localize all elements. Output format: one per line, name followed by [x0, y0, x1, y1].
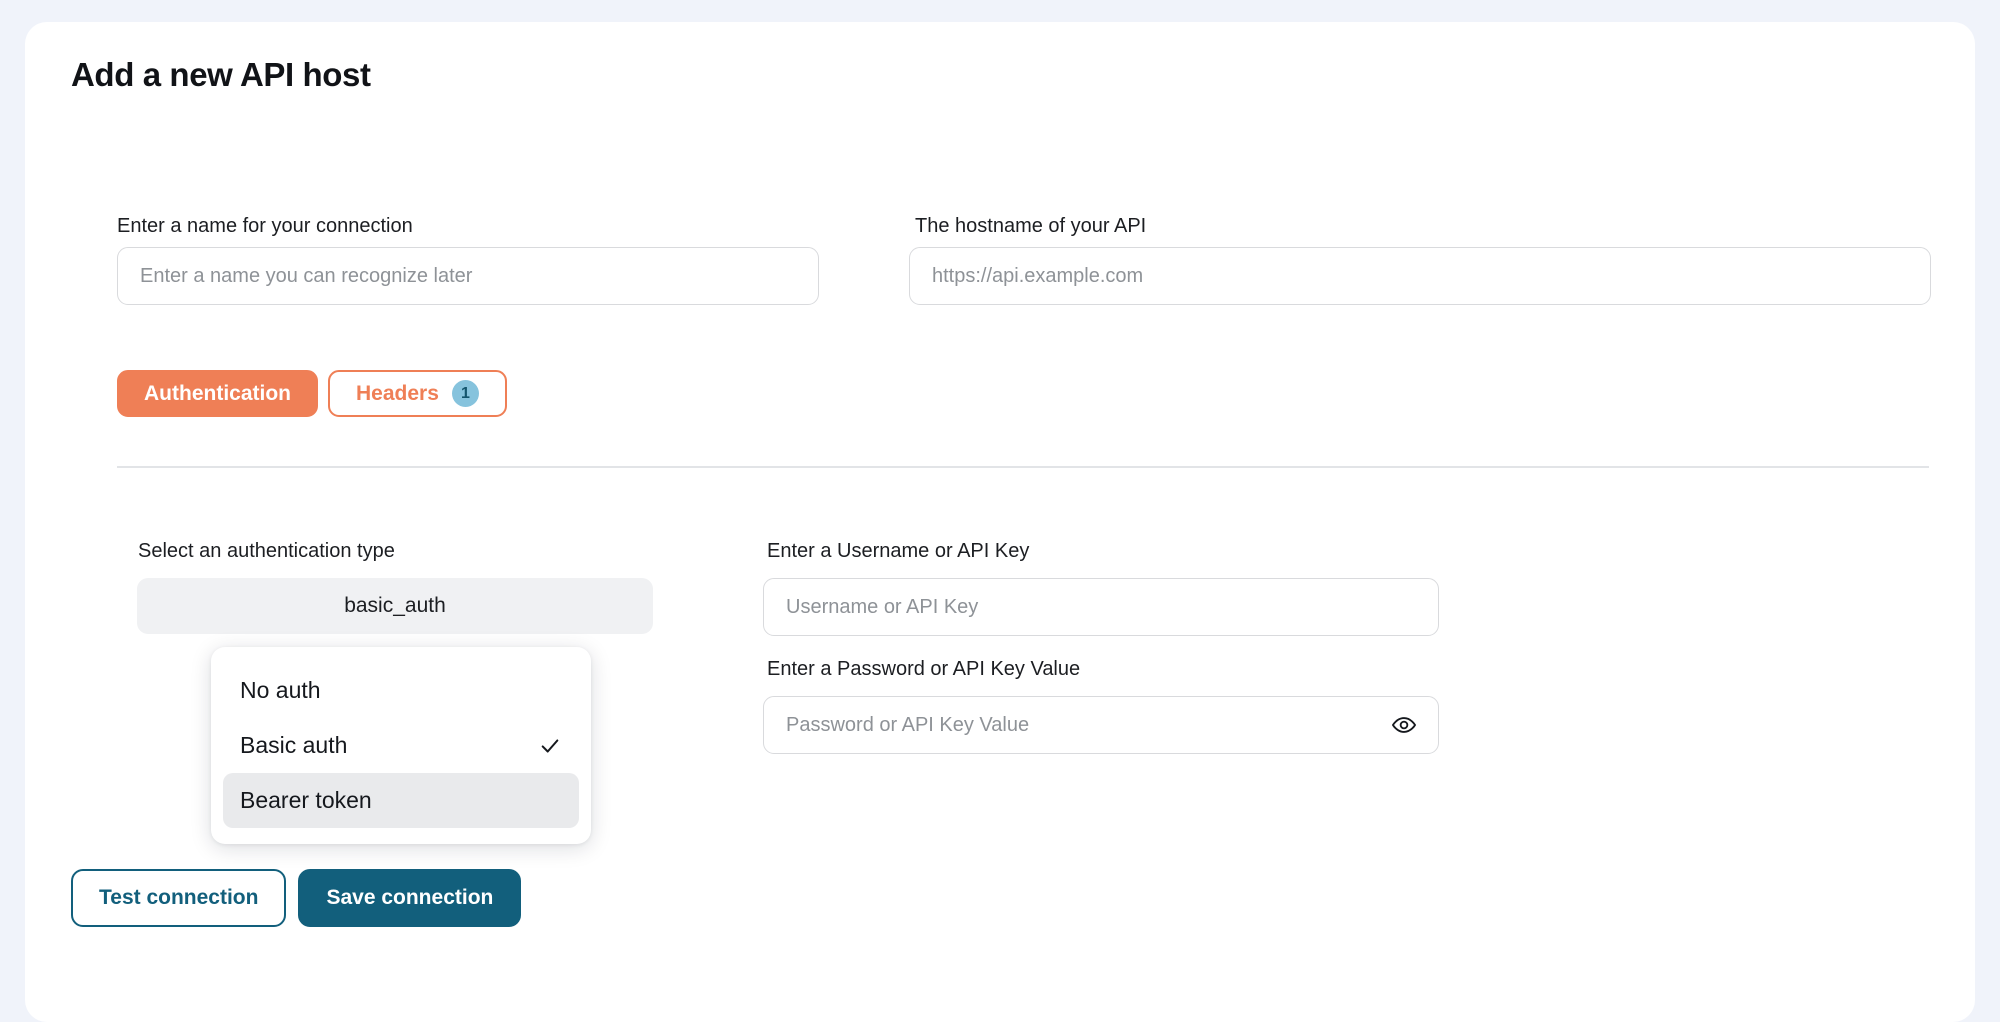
tab-headers[interactable]: Headers 1 — [328, 370, 507, 417]
add-api-host-card: Add a new API host Enter a name for your… — [25, 22, 1975, 1022]
page-root: Add a new API host Enter a name for your… — [0, 0, 2000, 1022]
connection-name-input[interactable] — [117, 247, 819, 305]
page-title: Add a new API host — [71, 56, 371, 93]
auth-type-selected-value: basic_auth — [344, 594, 446, 617]
tab-headers-label: Headers — [356, 381, 439, 405]
api-hostname-label: The hostname of your API — [915, 215, 1147, 237]
dropdown-option-bearer-token[interactable]: Bearer token — [223, 773, 579, 828]
auth-type-select[interactable]: basic_auth — [137, 578, 653, 634]
tab-authentication-label: Authentication — [144, 381, 291, 405]
toggle-password-visibility-button[interactable] — [1391, 712, 1417, 738]
test-connection-label: Test connection — [99, 886, 259, 909]
password-input[interactable] — [763, 696, 1439, 754]
save-connection-button[interactable]: Save connection — [298, 869, 522, 927]
auth-type-dropdown-menu: No auth Basic auth Bearer token — [211, 647, 591, 844]
connection-name-label: Enter a name for your connection — [117, 215, 413, 237]
dropdown-option-label: Basic auth — [240, 732, 348, 758]
footer-actions: Test connection Save connection — [71, 869, 522, 927]
section-divider — [117, 466, 1929, 468]
username-input[interactable] — [763, 578, 1439, 636]
test-connection-button[interactable]: Test connection — [71, 869, 287, 927]
password-field-wrapper — [763, 696, 1439, 754]
dropdown-option-no-auth[interactable]: No auth — [223, 663, 579, 718]
save-connection-label: Save connection — [326, 886, 494, 909]
username-label: Enter a Username or API Key — [767, 540, 1030, 562]
password-label: Enter a Password or API Key Value — [767, 658, 1081, 680]
dropdown-option-basic-auth[interactable]: Basic auth — [223, 718, 579, 773]
dropdown-option-label: No auth — [240, 677, 321, 703]
auth-type-label: Select an authentication type — [138, 540, 395, 562]
headers-count-badge: 1 — [451, 380, 479, 407]
eye-icon — [1392, 717, 1416, 733]
settings-tabs: Authentication Headers 1 — [117, 370, 507, 417]
dropdown-option-label: Bearer token — [240, 787, 372, 813]
api-hostname-input[interactable] — [909, 247, 1931, 305]
tab-authentication[interactable]: Authentication — [117, 370, 318, 417]
check-icon — [541, 738, 559, 753]
